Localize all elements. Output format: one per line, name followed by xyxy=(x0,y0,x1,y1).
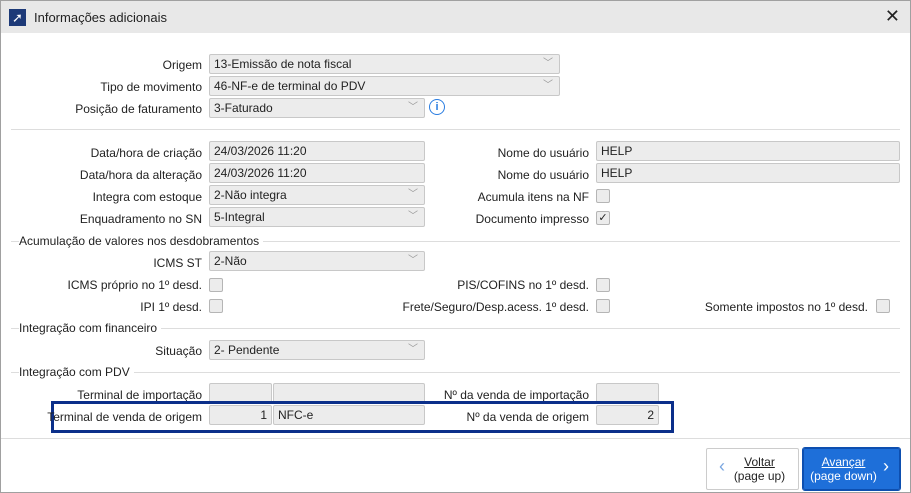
pdv-group-title: Integração com PDV xyxy=(19,365,134,379)
icms-proprio-checkbox[interactable] xyxy=(209,278,223,292)
icms-proprio-label: ICMS próprio no 1º desd. xyxy=(67,278,202,292)
terminal-imp-num-field[interactable] xyxy=(209,383,272,403)
acumula-label: Acumula itens na NF xyxy=(477,190,589,204)
avancar-button[interactable]: Avançar (page down) › xyxy=(802,447,901,491)
origem-select[interactable]: 13-Emissão de nota fiscal ﹀ xyxy=(209,54,560,74)
impresso-label: Documento impresso xyxy=(475,212,589,226)
chevron-down-icon: ﹀ xyxy=(543,80,553,91)
chevron-right-icon: › xyxy=(883,456,889,476)
divider xyxy=(11,129,900,130)
voltar-label: Voltar xyxy=(744,455,775,469)
tipo-label: Tipo de movimento xyxy=(100,80,202,94)
title-bar: ➚ Informações adicionais ✕ xyxy=(1,1,910,33)
chevron-down-icon: ﹀ xyxy=(408,189,418,200)
divider xyxy=(11,372,900,373)
financeiro-group-title: Integração com financeiro xyxy=(19,321,162,335)
ipi-label: IPI 1º desd. xyxy=(140,300,202,314)
venda-orig-label: Nº da venda de origem xyxy=(466,410,589,424)
avancar-label: Avançar xyxy=(821,455,866,469)
terminal-orig-name-field[interactable]: NFC-e xyxy=(273,405,425,425)
terminal-imp-name-field[interactable] xyxy=(273,383,425,403)
chevron-down-icon: ﹀ xyxy=(408,255,418,266)
voltar-button[interactable]: ‹ Voltar (page up) xyxy=(706,448,799,490)
info-icon[interactable]: i xyxy=(429,99,445,115)
terminal-orig-label: Terminal de venda de origem xyxy=(47,410,202,424)
terminal-imp-label: Terminal de importação xyxy=(77,388,202,402)
usuario1-label: Nome do usuário xyxy=(497,146,589,160)
close-icon[interactable]: ✕ xyxy=(885,6,900,27)
enquadramento-label: Enquadramento no SN xyxy=(79,212,202,226)
pis-label: PIS/COFINS no 1º desd. xyxy=(457,278,589,292)
chevron-down-icon: ﹀ xyxy=(408,344,418,355)
avancar-hint: (page down) xyxy=(810,469,877,483)
posicao-select[interactable]: 3-Faturado ﹀ xyxy=(209,98,425,118)
situacao-label: Situação xyxy=(155,344,202,358)
integra-select[interactable]: 2-Não integra ﹀ xyxy=(209,185,425,205)
venda-imp-field[interactable] xyxy=(596,383,659,403)
icms-st-label: ICMS ST xyxy=(153,256,202,270)
footer-divider xyxy=(1,438,910,439)
dialog-window: ➚ Informações adicionais ✕ Origem 13-Emi… xyxy=(0,0,911,493)
situacao-select[interactable]: 2- Pendente ﹀ xyxy=(209,340,425,360)
impresso-checkbox[interactable]: ✓ xyxy=(596,211,610,225)
venda-imp-label: Nº da venda de importação xyxy=(443,388,589,402)
frete-label: Frete/Seguro/Desp.acess. 1º desd. xyxy=(402,300,589,314)
origem-label: Origem xyxy=(162,58,202,72)
terminal-orig-num-field[interactable]: 1 xyxy=(209,405,272,425)
voltar-hint: (page up) xyxy=(733,469,786,483)
acumulacao-group-title: Acumulação de valores nos desdobramentos xyxy=(19,234,264,248)
frete-checkbox[interactable] xyxy=(596,299,610,313)
usuario2-field[interactable]: HELP xyxy=(596,163,900,183)
chevron-down-icon: ﹀ xyxy=(408,102,418,113)
integra-label: Integra com estoque xyxy=(92,190,202,204)
somente-label: Somente impostos no 1º desd. xyxy=(704,300,868,314)
criacao-label: Data/hora de criação xyxy=(90,146,202,160)
criacao-field[interactable]: 24/03/2026 11:20 xyxy=(209,141,425,161)
chevron-down-icon: ﹀ xyxy=(408,211,418,222)
alteracao-label: Data/hora da alteração xyxy=(79,168,202,182)
ipi-checkbox[interactable] xyxy=(209,299,223,313)
icms-st-select[interactable]: 2-Não ﹀ xyxy=(209,251,425,271)
window-title: Informações adicionais xyxy=(34,10,167,25)
usuario1-field[interactable]: HELP xyxy=(596,141,900,161)
tipo-select[interactable]: 46-NF-e de terminal do PDV ﹀ xyxy=(209,76,560,96)
posicao-label: Posição de faturamento xyxy=(75,102,202,116)
usuario2-label: Nome do usuário xyxy=(497,168,589,182)
pis-checkbox[interactable] xyxy=(596,278,610,292)
enquadramento-select[interactable]: 5-Integral ﹀ xyxy=(209,207,425,227)
acumula-checkbox[interactable] xyxy=(596,189,610,203)
alteracao-field[interactable]: 24/03/2026 11:20 xyxy=(209,163,425,183)
venda-orig-field[interactable]: 2 xyxy=(596,405,659,425)
somente-checkbox[interactable] xyxy=(876,299,890,313)
chevron-down-icon: ﹀ xyxy=(543,58,553,69)
chevron-left-icon: ‹ xyxy=(719,456,725,476)
app-arrow-icon: ➚ xyxy=(9,9,26,26)
